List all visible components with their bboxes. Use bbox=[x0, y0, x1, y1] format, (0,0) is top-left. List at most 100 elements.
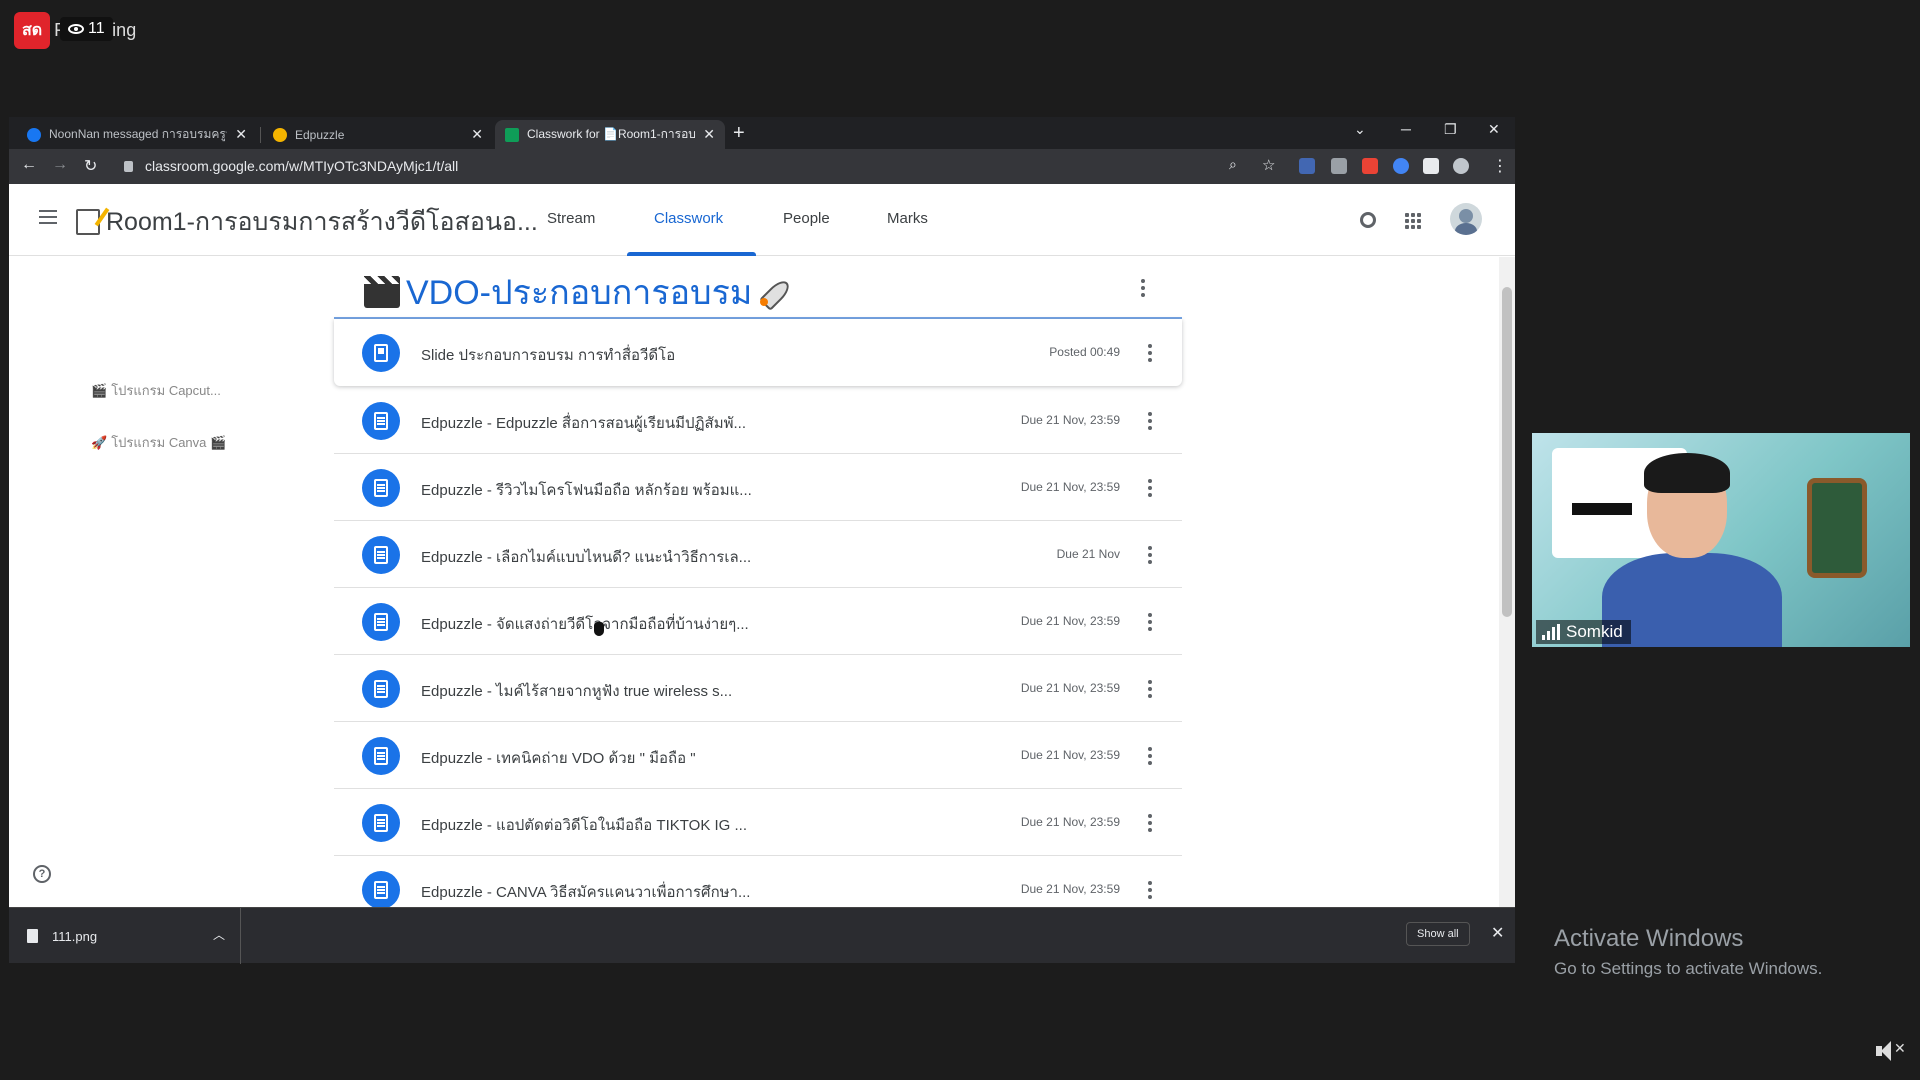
browser-window: NoonNan messaged การอบรมครูฯ ✕ Edpuzzle … bbox=[9, 117, 1515, 964]
material-icon bbox=[362, 334, 400, 372]
item-more-icon[interactable] bbox=[1148, 344, 1152, 362]
tab-label: NoonNan messaged การอบรมครูฯ bbox=[49, 127, 228, 141]
presenter-name-tag: Somkid bbox=[1536, 620, 1631, 644]
tab-search-icon[interactable]: ⌄ bbox=[1354, 121, 1366, 138]
sidebar-topic-capcut[interactable]: 🎬 โปรแกรม Capcut... bbox=[91, 380, 221, 401]
puzzle-icon[interactable] bbox=[1423, 158, 1439, 174]
item-more-icon[interactable] bbox=[1148, 747, 1152, 765]
restore-button[interactable]: ❐ bbox=[1444, 121, 1457, 138]
close-icon[interactable]: ✕ bbox=[235, 126, 247, 143]
chevron-up-icon[interactable]: ︿ bbox=[213, 926, 225, 943]
tab-strip: NoonNan messaged การอบรมครูฯ ✕ Edpuzzle … bbox=[9, 117, 1515, 149]
class-title[interactable]: Room1-การอบรมการสร้างวีดีโอสอนอ... bbox=[76, 202, 538, 242]
address-bar: ← → ↻ classroom.google.com/w/MTIyOTc3NDA… bbox=[9, 149, 1515, 184]
item-title: Edpuzzle - Edpuzzle สื่อการสอนผู้เรียนมี… bbox=[421, 415, 746, 432]
item-more-icon[interactable] bbox=[1148, 881, 1152, 899]
classroom-header: Room1-การอบรมการสร้างวีดีโอสอนอ... Strea… bbox=[9, 184, 1515, 256]
tab-edpuzzle[interactable]: Edpuzzle ✕ bbox=[263, 120, 493, 149]
sidebar-topic-label: โปรแกรม Capcut... bbox=[111, 383, 221, 398]
classwork-item[interactable]: Edpuzzle - จัดแสงถ่ายวีดีโอจากมือถือที่บ… bbox=[334, 588, 1182, 655]
sidebar-topic-canva[interactable]: 🚀 โปรแกรม Canva 🎬 bbox=[91, 432, 227, 453]
facebook-icon bbox=[27, 127, 41, 142]
item-title: Slide ประกอบการอบรม การทำสื่อวีดีโอ bbox=[421, 347, 676, 364]
item-meta: Due 21 Nov, 23:59 bbox=[1020, 480, 1120, 494]
item-title: Edpuzzle - ไมค์ไร้สายจากหูฟัง true wirel… bbox=[421, 683, 733, 700]
background-chalkboard bbox=[1807, 478, 1867, 578]
activate-windows-watermark: Activate Windows Go to Settings to activ… bbox=[1554, 925, 1822, 979]
class-title-text: Room1-การอบรมการสร้างวีดีโอสอนอ... bbox=[106, 208, 538, 236]
item-title: Edpuzzle - เลือกไมค์แบบไหนดี? แนะนำวิธีก… bbox=[421, 549, 752, 566]
watermark-title: Activate Windows bbox=[1554, 925, 1744, 952]
tab-stream[interactable]: Stream bbox=[547, 210, 595, 227]
tab-people[interactable]: People bbox=[783, 210, 830, 227]
scrollbar-thumb[interactable] bbox=[1502, 287, 1512, 617]
topic-more-icon[interactable] bbox=[1141, 279, 1145, 297]
minimize-button[interactable]: ─ bbox=[1401, 121, 1411, 137]
facebook-extension-icon[interactable] bbox=[1299, 158, 1315, 174]
close-window-button[interactable]: ✕ bbox=[1488, 121, 1500, 138]
back-arrow-icon[interactable]: ← bbox=[21, 156, 37, 174]
profile-icon[interactable] bbox=[1453, 158, 1469, 174]
new-tab-button[interactable]: + bbox=[733, 122, 745, 145]
help-icon[interactable]: ? bbox=[33, 865, 51, 883]
menu-kebab-icon[interactable]: ⋮ bbox=[1492, 156, 1508, 176]
classwork-item[interactable]: Slide ประกอบการอบรม การทำสื่อวีดีโอ Post… bbox=[334, 319, 1182, 386]
page-scrollbar[interactable] bbox=[1499, 257, 1515, 907]
apps-grid-icon[interactable] bbox=[1405, 213, 1421, 229]
sync-extension-icon[interactable] bbox=[1393, 158, 1409, 174]
download-item[interactable]: 111.png bbox=[27, 922, 97, 950]
classwork-item[interactable]: Edpuzzle - ไมค์ไร้สายจากหูฟัง true wirel… bbox=[334, 655, 1182, 722]
item-title: Edpuzzle - CANVA วิธีสมัครแคนวาเพื่อการศ… bbox=[421, 884, 751, 901]
zoom-icon[interactable]: ⌕ bbox=[1229, 156, 1237, 173]
rocket-icon bbox=[758, 276, 790, 308]
tab-classwork-page[interactable]: Classwork bbox=[654, 210, 723, 227]
forward-arrow-icon[interactable]: → bbox=[52, 156, 68, 174]
item-more-icon[interactable] bbox=[1148, 814, 1152, 832]
extension-icon[interactable] bbox=[1362, 158, 1378, 174]
tab-messenger[interactable]: NoonNan messaged การอบรมครูฯ ✕ bbox=[17, 120, 257, 149]
memo-icon bbox=[76, 209, 100, 235]
item-more-icon[interactable] bbox=[1148, 479, 1152, 497]
item-title: Edpuzzle - จัดแสงถ่ายวีดีโอจากมือถือที่บ… bbox=[421, 616, 749, 633]
close-icon[interactable]: ✕ bbox=[1491, 923, 1504, 943]
file-icon bbox=[27, 929, 38, 943]
rocket-icon: 🚀 bbox=[91, 434, 108, 450]
classwork-item[interactable]: Edpuzzle - เทคนิคถ่าย VDO ด้วย " มือถือ … bbox=[334, 722, 1182, 789]
item-title: Edpuzzle - รีวิวไมโครโฟนมือถือ หลักร้อย … bbox=[421, 482, 752, 499]
item-more-icon[interactable] bbox=[1148, 613, 1152, 631]
clapperboard-icon bbox=[364, 276, 400, 308]
settings-gear-icon[interactable] bbox=[1360, 212, 1376, 228]
reload-icon[interactable]: ↻ bbox=[84, 156, 97, 176]
bookmark-star-icon[interactable]: ☆ bbox=[1262, 156, 1275, 174]
item-more-icon[interactable] bbox=[1148, 546, 1152, 564]
hamburger-menu-icon[interactable] bbox=[39, 210, 57, 228]
item-meta: Due 21 Nov, 23:59 bbox=[1020, 815, 1120, 829]
classwork-item[interactable]: Edpuzzle - Edpuzzle สื่อการสอนผู้เรียนมี… bbox=[334, 387, 1182, 454]
tab-marks[interactable]: Marks bbox=[887, 210, 928, 227]
classwork-item[interactable]: Edpuzzle - แอปตัดต่อวิดีโอในมือถือ TIKTO… bbox=[334, 789, 1182, 856]
item-meta: Due 21 Nov bbox=[1056, 547, 1120, 561]
classwork-item[interactable]: Edpuzzle - CANVA วิธีสมัครแคนวาเพื่อการศ… bbox=[334, 856, 1182, 907]
viewer-count: 11 bbox=[60, 17, 113, 41]
classwork-item[interactable]: Edpuzzle - รีวิวไมโครโฟนมือถือ หลักร้อย … bbox=[334, 454, 1182, 521]
film-icon: 🎬 bbox=[91, 382, 108, 398]
avatar[interactable] bbox=[1450, 203, 1482, 235]
tab-classwork[interactable]: Classwork for 📄Room1-การอบรม ✕ bbox=[495, 120, 725, 149]
url-text: classroom.google.com/w/MTIyOTc3NDAyMjc1/… bbox=[145, 158, 459, 174]
item-title: Edpuzzle - เทคนิคถ่าย VDO ด้วย " มือถือ … bbox=[421, 750, 696, 767]
classwork-content: 🎬 โปรแกรม Capcut... 🚀 โปรแกรม Canva 🎬 ? … bbox=[9, 257, 1499, 907]
assignment-icon bbox=[362, 670, 400, 708]
mouse-pointer-icon bbox=[594, 622, 604, 636]
close-icon[interactable]: ✕ bbox=[471, 126, 483, 143]
assignment-icon bbox=[362, 603, 400, 641]
item-more-icon[interactable] bbox=[1148, 412, 1152, 430]
presenter-video: Somkid bbox=[1532, 433, 1910, 647]
show-all-button[interactable]: Show all bbox=[1406, 922, 1470, 946]
url-field[interactable]: classroom.google.com/w/MTIyOTc3NDAyMjc1/… bbox=[124, 154, 1144, 178]
extension-icon[interactable] bbox=[1331, 158, 1347, 174]
classwork-item[interactable]: Edpuzzle - เลือกไมค์แบบไหนดี? แนะนำวิธีก… bbox=[334, 521, 1182, 588]
presenter-hair bbox=[1644, 453, 1730, 493]
item-more-icon[interactable] bbox=[1148, 680, 1152, 698]
close-icon[interactable]: ✕ bbox=[703, 126, 715, 143]
watermark-subtitle: Go to Settings to activate Windows. bbox=[1554, 959, 1823, 978]
